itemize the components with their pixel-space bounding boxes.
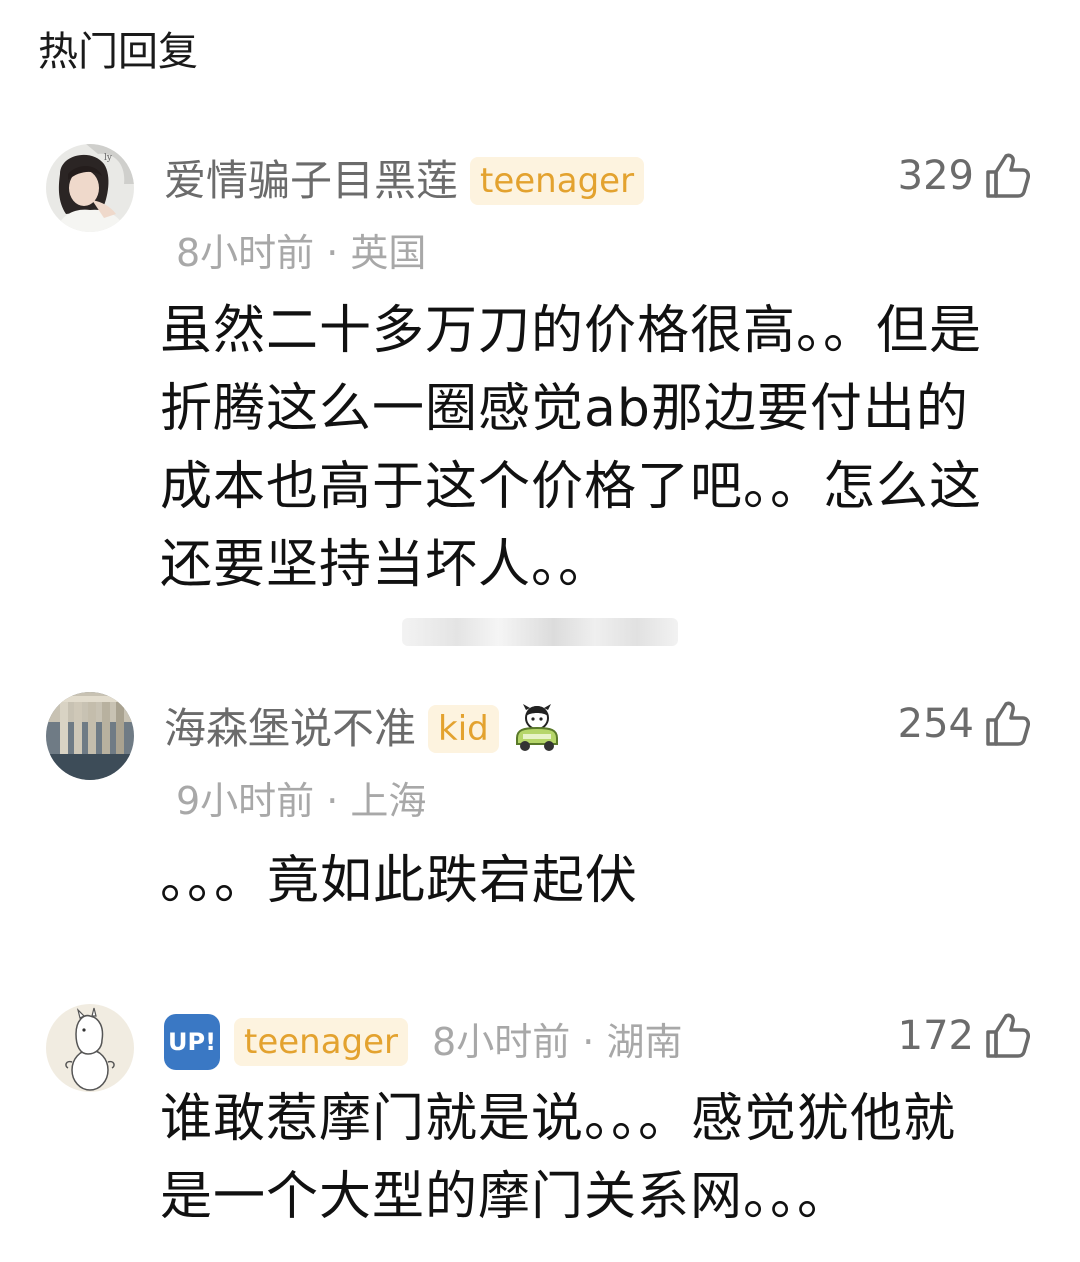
- blurred-content: [402, 618, 678, 646]
- building-avatar-icon: [46, 692, 134, 780]
- comment-text: 谁敢惹摩门就是说。。。感觉犹他就是一个大型的摩门关系网。。。: [160, 1089, 957, 1227]
- thumbs-up-icon[interactable]: [984, 700, 1030, 748]
- up-badge: UP!: [164, 1014, 220, 1070]
- like-count: 329: [897, 153, 974, 199]
- level-badge: teenager: [470, 157, 645, 205]
- comment-meta: 8小时前 · 英国: [176, 231, 427, 275]
- user-avatar[interactable]: ly: [46, 144, 134, 232]
- like-control[interactable]: 172: [898, 1012, 1030, 1060]
- user-avatar[interactable]: [46, 1004, 134, 1092]
- portrait-avatar-icon: ly: [46, 144, 134, 232]
- name-row: 爱情骗子目黑莲 teenager: [164, 156, 645, 206]
- car-sticker-icon: [513, 704, 561, 754]
- comment-meta: 8小时前 · 湖南: [432, 1020, 683, 1064]
- moomin-avatar-icon: [46, 1004, 134, 1092]
- username[interactable]: 海森堡说不准: [164, 704, 416, 754]
- comment-meta: 9小时前 · 上海: [176, 779, 427, 823]
- level-badge: teenager: [234, 1018, 409, 1066]
- name-row: UP! teenager 8小时前 · 湖南: [164, 1014, 682, 1070]
- like-count: 254: [897, 701, 974, 747]
- like-control[interactable]: 329: [898, 152, 1030, 200]
- svg-text:ly: ly: [104, 153, 113, 163]
- comment-text: 。。。竟如此跌宕起伏: [160, 851, 639, 911]
- comment-text: 虽然二十多万刀的价格很高。。但是折腾这么一圈感觉ab那边要付出的成本也高于这个价…: [160, 301, 983, 595]
- user-avatar[interactable]: [46, 692, 134, 780]
- username[interactable]: 爱情骗子目黑莲: [164, 156, 458, 206]
- name-row: 海森堡说不准 kid: [164, 704, 561, 754]
- like-count: 172: [897, 1013, 974, 1059]
- thumbs-up-icon[interactable]: [984, 1012, 1030, 1060]
- like-control[interactable]: 254: [898, 700, 1030, 748]
- section-title: 热门回复: [38, 29, 198, 75]
- thumbs-up-icon[interactable]: [984, 152, 1030, 200]
- level-badge: kid: [428, 705, 499, 753]
